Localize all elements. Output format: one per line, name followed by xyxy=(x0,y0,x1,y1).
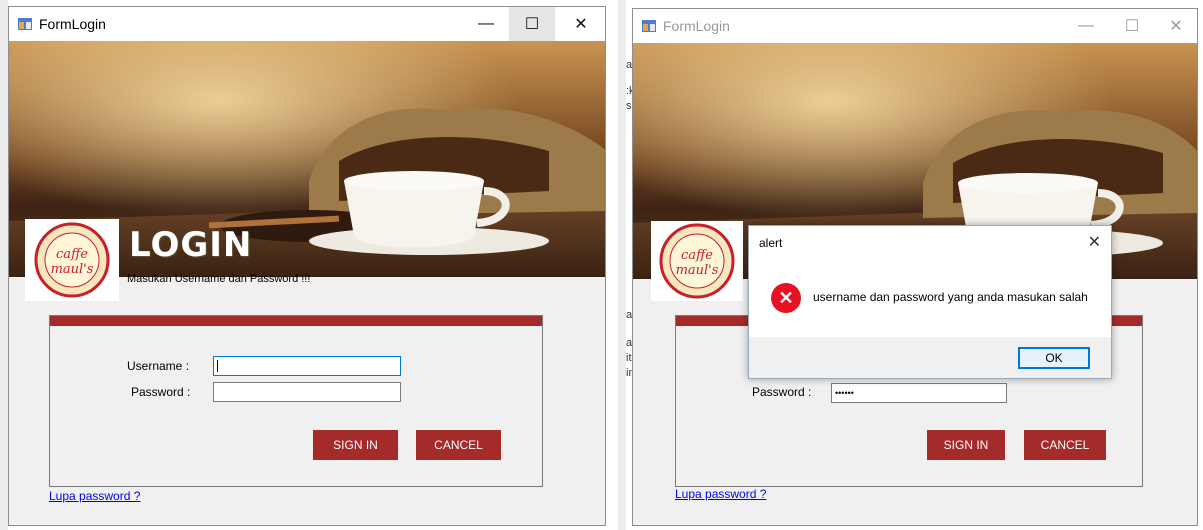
title-bar[interactable]: FormLogin — ☐ ✕ xyxy=(9,7,605,41)
maximize-button[interactable]: ☐ xyxy=(509,7,555,41)
forgot-password-link[interactable]: Lupa password ? xyxy=(49,489,140,503)
cafe-logo: caffe maul's xyxy=(651,221,743,301)
left-edge-strip xyxy=(0,0,8,530)
panel-header-bar xyxy=(50,316,542,326)
close-button[interactable]: ✕ xyxy=(1153,9,1197,43)
ok-button[interactable]: OK xyxy=(1018,347,1090,369)
logo-word-mauls: maul's xyxy=(676,263,719,278)
window-title: FormLogin xyxy=(39,16,106,32)
login-instruction: Masukan Username dan Password !!! xyxy=(127,273,311,285)
dialog-close-icon[interactable]: ✕ xyxy=(1088,232,1101,252)
logo-word-caffe: caffe xyxy=(56,247,88,262)
cancel-button[interactable]: CANCEL xyxy=(1024,430,1106,460)
username-input[interactable] xyxy=(213,356,401,376)
logo-word-mauls: maul's xyxy=(51,262,94,277)
forgot-password-link[interactable]: Lupa password ? xyxy=(675,487,766,501)
left-login-window: FormLogin — ☐ ✕ caffe maul's LOGIN Masuk… xyxy=(8,6,606,526)
sign-in-button[interactable]: SIGN IN xyxy=(927,430,1005,460)
window-title: FormLogin xyxy=(663,18,730,34)
password-input[interactable]: •••••• xyxy=(831,383,1007,403)
maximize-button[interactable]: ☐ xyxy=(1109,9,1155,43)
sign-in-button[interactable]: SIGN IN xyxy=(313,430,398,460)
cancel-button[interactable]: CANCEL xyxy=(416,430,501,460)
app-icon xyxy=(642,20,656,32)
dialog-title: alert xyxy=(759,236,783,250)
error-icon: ✕ xyxy=(771,283,801,313)
text-caret xyxy=(217,360,218,372)
username-label: Username : xyxy=(127,359,190,373)
login-heading: LOGIN xyxy=(129,225,253,265)
middle-edge-strip xyxy=(618,0,626,530)
app-icon xyxy=(18,18,32,30)
dialog-message: username dan password yang anda masukan … xyxy=(813,290,1088,304)
cafe-logo: caffe maul's xyxy=(25,219,119,301)
dialog-footer: OK xyxy=(749,337,1111,378)
close-button[interactable]: ✕ xyxy=(558,7,604,41)
minimize-button[interactable]: — xyxy=(1063,9,1109,43)
password-input[interactable] xyxy=(213,382,401,402)
minimize-button[interactable]: — xyxy=(463,7,509,41)
alert-dialog: alert ✕ ✕ username dan password yang and… xyxy=(748,225,1112,379)
login-form-panel: Username : Password : SIGN IN CANCEL xyxy=(49,315,543,487)
title-bar[interactable]: FormLogin — ☐ ✕ xyxy=(633,9,1197,43)
password-label: Password : xyxy=(752,385,812,399)
logo-word-caffe: caffe xyxy=(681,248,713,263)
password-label: Password : xyxy=(131,385,191,399)
